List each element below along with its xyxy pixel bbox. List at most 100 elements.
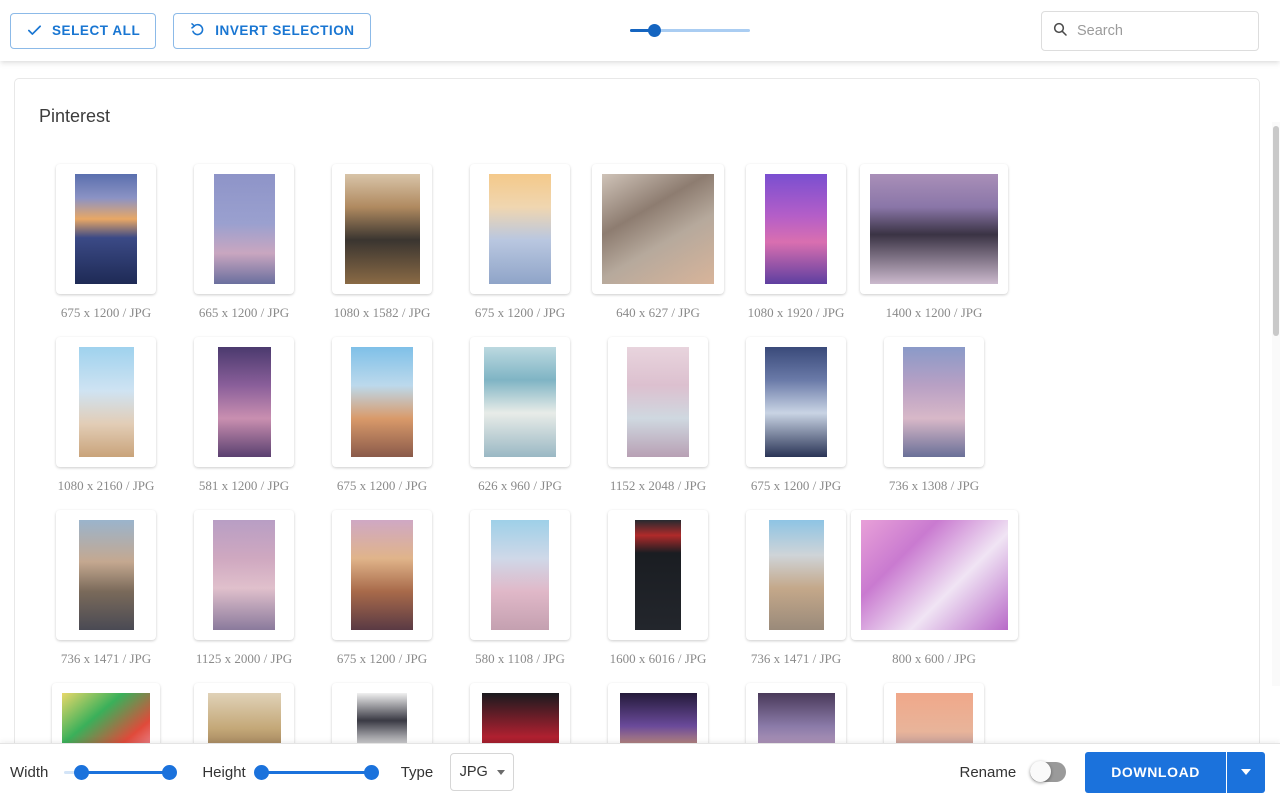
image-thumbnail	[213, 520, 275, 630]
image-thumbnail	[78, 347, 134, 457]
vertical-scrollbar[interactable]	[1272, 122, 1280, 686]
image-card[interactable]	[608, 683, 708, 743]
image-thumbnail	[757, 693, 835, 743]
gallery-scroll-area[interactable]: Pinterest 675 x 1200 / JPG 665 x 1200 / J…	[0, 61, 1280, 743]
image-grid: 675 x 1200 / JPG 665 x 1200 / JPG 1080 x 1…	[15, 127, 1135, 743]
image-caption: 581 x 1200 / JPG	[198, 478, 290, 493]
image-cell: 675 x 1200 / JPG	[317, 337, 447, 494]
image-thumbnail	[75, 174, 137, 284]
image-thumbnail	[351, 520, 413, 630]
image-card[interactable]	[884, 683, 984, 743]
image-card[interactable]	[608, 337, 708, 467]
scrollbar-thumb[interactable]	[1273, 126, 1279, 336]
image-card[interactable]	[56, 164, 156, 294]
image-card[interactable]	[608, 510, 708, 640]
type-select-value: JPG	[459, 764, 488, 780]
image-card[interactable]	[52, 683, 160, 743]
image-card[interactable]	[194, 164, 294, 294]
image-thumbnail	[62, 693, 150, 743]
gallery-panel: Pinterest 675 x 1200 / JPG 665 x 1200 / J…	[14, 78, 1260, 743]
image-card[interactable]	[56, 510, 156, 640]
invert-selection-button[interactable]: INVERT SELECTION	[173, 12, 371, 49]
rename-toggle-knob	[1030, 761, 1052, 782]
image-card[interactable]	[860, 164, 1008, 294]
image-cell: 675 x 1200 / JPG	[317, 510, 447, 667]
slider-thumb[interactable]	[647, 24, 661, 37]
image-card[interactable]	[194, 337, 294, 467]
rename-label: Rename	[959, 763, 1017, 781]
image-card[interactable]	[746, 164, 846, 294]
download-button[interactable]: DOWNLOAD	[1085, 751, 1226, 793]
download-options-button[interactable]	[1227, 751, 1265, 793]
image-card[interactable]	[746, 683, 846, 743]
search-input[interactable]	[1077, 23, 1248, 39]
image-card[interactable]	[746, 337, 846, 467]
image-caption: 626 x 960 / JPG	[478, 478, 562, 493]
image-caption: 675 x 1200 / JPG	[60, 305, 152, 320]
image-thumbnail	[207, 693, 281, 743]
image-cell	[593, 683, 723, 743]
image-cell: 1152 x 2048 / JPG	[593, 337, 723, 494]
select-all-button[interactable]: SELECT ALL	[10, 12, 157, 49]
search-box[interactable]	[1041, 11, 1259, 51]
height-range-slider[interactable]	[254, 764, 380, 780]
image-caption: 1080 x 1920 / JPG	[747, 305, 845, 320]
image-thumbnail	[860, 520, 1008, 630]
image-card[interactable]	[332, 164, 432, 294]
image-cell: 1125 x 2000 / JPG	[179, 510, 309, 667]
image-card[interactable]	[470, 164, 570, 294]
image-card[interactable]	[470, 683, 570, 743]
image-card[interactable]	[332, 337, 432, 467]
width-slider-thumb-min[interactable]	[74, 765, 90, 780]
image-cell: 1080 x 1920 / JPG	[731, 164, 861, 321]
image-card[interactable]	[194, 510, 294, 640]
image-cell: 640 x 627 / JPG	[592, 164, 724, 321]
image-caption: 1152 x 2048 / JPG	[609, 478, 707, 493]
image-cell: 736 x 1471 / JPG	[731, 510, 861, 667]
search-icon	[1052, 21, 1068, 42]
width-range-slider[interactable]	[64, 764, 178, 780]
image-card[interactable]	[592, 164, 724, 294]
image-card[interactable]	[884, 337, 984, 467]
group-title: Pinterest	[39, 106, 111, 126]
image-card[interactable]	[470, 337, 570, 467]
image-caption: 736 x 1471 / JPG	[60, 651, 152, 666]
image-card[interactable]	[332, 683, 432, 743]
height-slider-thumb-max[interactable]	[364, 765, 380, 780]
image-card[interactable]	[470, 510, 570, 640]
image-cell	[731, 683, 861, 743]
invert-selection-label: INVERT SELECTION	[215, 23, 355, 38]
image-thumbnail	[895, 693, 973, 743]
thumbnail-size-slider[interactable]	[630, 22, 750, 38]
image-card[interactable]	[746, 510, 846, 640]
image-caption: 665 x 1200 / JPG	[198, 305, 290, 320]
image-caption: 1080 x 1582 / JPG	[333, 305, 431, 320]
image-thumbnail	[870, 174, 998, 284]
image-cell: 665 x 1200 / JPG	[179, 164, 309, 321]
image-thumbnail	[903, 347, 965, 457]
type-select[interactable]: JPG	[450, 753, 515, 791]
image-thumbnail	[768, 520, 824, 630]
image-cell: 1600 x 6016 / JPG	[593, 510, 723, 667]
image-caption: 675 x 1200 / JPG	[336, 651, 428, 666]
download-button-group: DOWNLOAD	[1085, 751, 1265, 793]
width-slider-thumb-max[interactable]	[162, 765, 178, 780]
image-thumbnail	[213, 174, 275, 284]
image-cell	[455, 683, 585, 743]
check-icon	[26, 22, 43, 39]
width-slider-filled-track	[81, 771, 170, 774]
image-card[interactable]	[56, 337, 156, 467]
image-cell: 675 x 1200 / JPG	[731, 337, 861, 494]
image-caption: 675 x 1200 / JPG	[750, 478, 842, 493]
image-cell: 1080 x 1582 / JPG	[317, 164, 447, 321]
height-slider-thumb-min[interactable]	[254, 765, 270, 780]
image-cell: 1400 x 1200 / JPG	[860, 164, 1008, 321]
rename-toggle[interactable]	[1030, 761, 1067, 782]
image-card[interactable]	[850, 510, 1018, 640]
image-card[interactable]	[332, 510, 432, 640]
image-thumbnail	[344, 174, 420, 284]
image-caption: 1600 x 6016 / JPG	[609, 651, 707, 666]
image-thumbnail	[765, 347, 827, 457]
image-card[interactable]	[194, 683, 294, 743]
image-cell: 675 x 1200 / JPG	[41, 164, 171, 321]
